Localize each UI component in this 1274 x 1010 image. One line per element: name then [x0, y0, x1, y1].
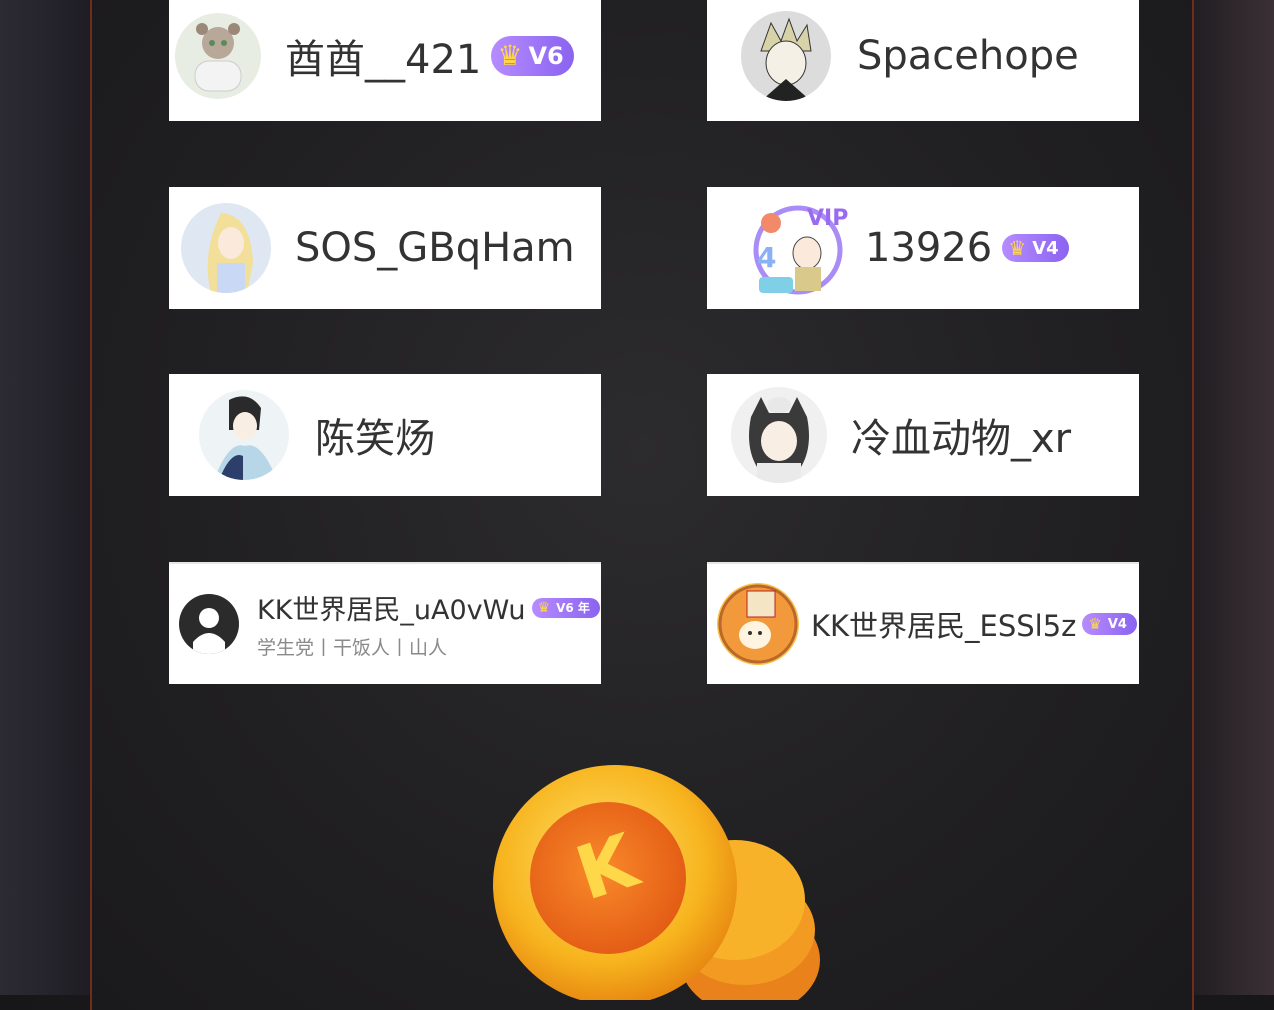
crown-icon: ♛	[497, 39, 523, 72]
username: SOS_GBqHam	[295, 225, 575, 271]
user-signature: 学生党丨干饭人丨山人	[257, 637, 448, 659]
user-card[interactable]: VIP 4 13926 ♛ V4	[707, 187, 1139, 309]
vip-badge: ♛ V4	[1082, 613, 1137, 635]
username: 13926	[865, 225, 993, 271]
avatar-icon	[214, 396, 277, 480]
avatar	[717, 583, 799, 665]
avatar	[741, 10, 831, 101]
crown-icon: ♛	[1088, 615, 1102, 633]
background-left	[0, 0, 90, 995]
user-card[interactable]: Spacehope	[707, 0, 1139, 121]
username: KK世界居民_uA0vWu	[257, 595, 526, 626]
vip-badge: ♛ V6	[491, 35, 574, 76]
vip-birthday-avatar-icon: VIP 4	[753, 205, 848, 295]
user-card[interactable]: SOS_GBqHam	[169, 187, 601, 309]
avatar	[179, 594, 239, 654]
username: 酋酋__421	[285, 36, 482, 83]
crown-icon: ♛	[537, 599, 551, 616]
avatar	[199, 390, 289, 480]
avatar-icon	[749, 397, 809, 483]
avatar	[175, 12, 261, 99]
username: 冷血动物_xr	[851, 416, 1072, 462]
kk-coin-stack: K	[490, 760, 820, 1010]
svg-text:4: 4	[757, 241, 776, 274]
user-card[interactable]: 陈笑炀	[169, 374, 601, 496]
user-card[interactable]: KK世界居民_uA0vWu ♛ V6 年 学生党丨干饭人丨山人	[169, 562, 601, 684]
crown-icon: ♛	[1008, 236, 1027, 260]
user-card[interactable]: 酋酋__421 ♛ V6	[169, 0, 601, 121]
svg-text:VIP: VIP	[807, 206, 848, 231]
name-row: KK世界居民_uA0vWu ♛ V6 年	[257, 588, 600, 627]
default-avatar-icon	[193, 608, 225, 654]
coin-icon: K	[493, 765, 820, 1010]
username: KK世界居民_ESSl5z	[811, 609, 1077, 643]
avatar	[731, 387, 827, 483]
background-right	[1194, 0, 1274, 995]
username: Spacehope	[857, 32, 1079, 79]
avatar-icon	[194, 22, 242, 91]
avatar-icon	[760, 17, 812, 101]
avatar	[181, 203, 271, 293]
vip-badge: ♛ V6 年	[531, 597, 600, 618]
avatar-icon	[207, 213, 253, 293]
avatar: VIP 4	[745, 195, 851, 301]
user-card[interactable]: KK世界居民_ESSl5z ♛ V4	[707, 562, 1139, 684]
avatar-icon	[718, 584, 798, 664]
user-info: KK世界居民_uA0vWu ♛ V6 年 学生党丨干饭人丨山人	[257, 588, 600, 660]
vip-badge: ♛ V4	[1002, 234, 1069, 262]
username: 陈笑炀	[315, 416, 435, 462]
user-card[interactable]: 冷血动物_xr	[707, 374, 1139, 496]
